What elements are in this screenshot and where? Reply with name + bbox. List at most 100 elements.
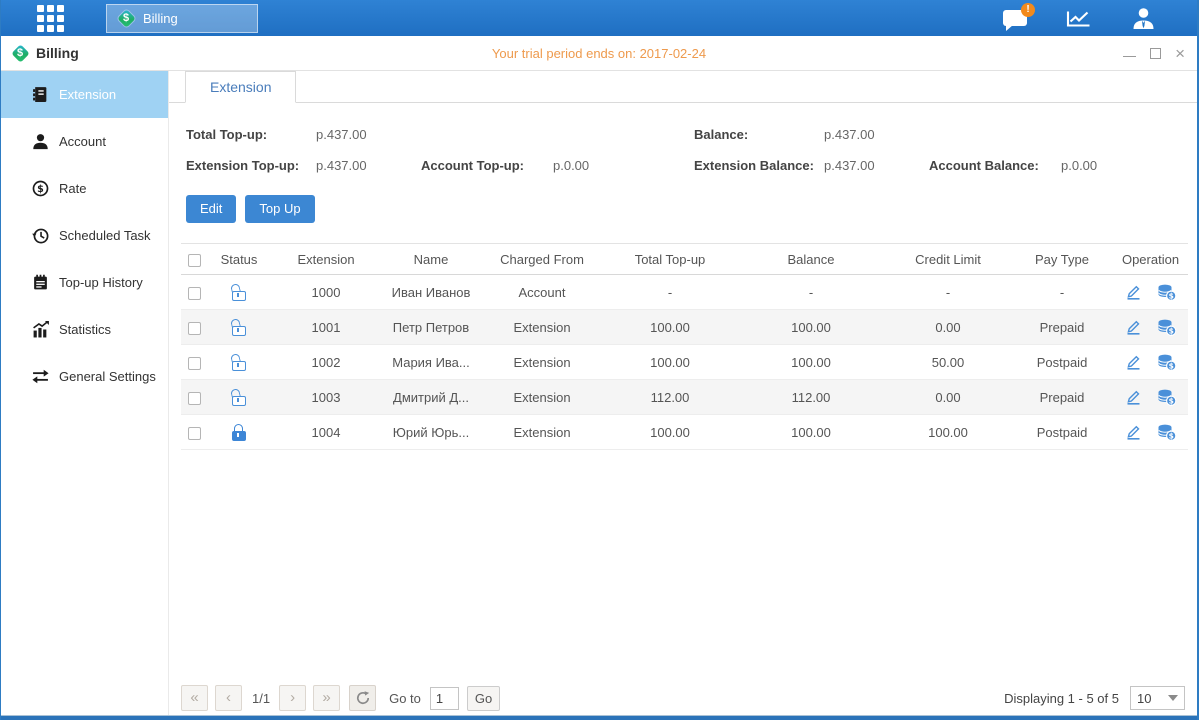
sidebar-item-label: Scheduled Task	[59, 228, 151, 243]
row-checkbox[interactable]	[188, 427, 201, 440]
column-header-extension[interactable]: Extension	[271, 252, 381, 267]
tab-extension[interactable]: Extension	[185, 71, 296, 103]
sidebar-item-label: Statistics	[59, 322, 111, 337]
billing-diamond-icon: $	[11, 44, 29, 62]
sidebar-item-extension[interactable]: Extension	[1, 71, 168, 118]
table-row[interactable]: 1002 Мария Ива... Extension 100.00 100.0…	[181, 345, 1188, 380]
balance-value: p.437.00	[824, 127, 929, 142]
cell-balance: 100.00	[737, 355, 885, 370]
row-checkbox[interactable]	[188, 392, 201, 405]
edit-icon[interactable]	[1125, 284, 1142, 300]
notification-badge: !	[1021, 3, 1035, 17]
lock-status-icon[interactable]	[231, 389, 247, 406]
sidebar-item-topup-history[interactable]: Top-up History	[1, 259, 168, 306]
chevron-down-icon	[1168, 695, 1178, 701]
sidebar-item-general-settings[interactable]: General Settings	[1, 353, 168, 400]
cell-pay-type: -	[1011, 285, 1113, 300]
ledger-icon	[32, 274, 50, 291]
edit-icon[interactable]	[1125, 354, 1142, 370]
lock-status-icon[interactable]	[231, 424, 247, 441]
table-row[interactable]: 1000 Иван Иванов Account - - - - $	[181, 275, 1188, 310]
sidebar-item-rate[interactable]: $ Rate	[1, 165, 168, 212]
window-controls: ×	[1123, 36, 1185, 71]
topup-coins-icon[interactable]: $	[1157, 284, 1177, 301]
lock-status-icon[interactable]	[231, 284, 247, 301]
cell-extension: 1000	[271, 285, 381, 300]
bar-chart-icon	[32, 321, 50, 338]
table-row[interactable]: 1001 Петр Петров Extension 100.00 100.00…	[181, 310, 1188, 345]
cell-total-topup: -	[603, 285, 737, 300]
cell-charged-from: Extension	[481, 320, 603, 335]
summary-left-column: Total Top-up: p.437.00 Extension Top-up:…	[186, 119, 589, 181]
goto-page-input[interactable]	[430, 687, 459, 710]
topup-coins-icon[interactable]: $	[1157, 319, 1177, 336]
row-checkbox[interactable]	[188, 287, 201, 300]
svg-text:$: $	[1168, 291, 1173, 300]
cell-balance: 112.00	[737, 390, 885, 405]
cell-name: Петр Петров	[381, 320, 481, 335]
column-header-status[interactable]: Status	[207, 252, 271, 267]
trial-notice: Your trial period ends on: 2017-02-24	[1, 46, 1197, 61]
refresh-icon	[356, 691, 370, 705]
svg-text:$: $	[1168, 396, 1173, 405]
lock-status-icon[interactable]	[231, 319, 247, 336]
pagination-bar: « ‹ 1/1 › » Go to Go Displaying 1 - 5 of…	[181, 684, 1185, 712]
column-header-total-topup[interactable]: Total Top-up	[603, 252, 737, 267]
column-header-pay-type[interactable]: Pay Type	[1011, 252, 1113, 267]
messages-button[interactable]: !	[1003, 10, 1027, 26]
row-checkbox[interactable]	[188, 322, 201, 335]
table-row[interactable]: 1004 Юрий Юрь... Extension 100.00 100.00…	[181, 415, 1188, 450]
extension-table: Status Extension Name Charged From Total…	[181, 243, 1188, 450]
topup-coins-icon[interactable]: $	[1157, 389, 1177, 406]
row-checkbox[interactable]	[188, 357, 201, 370]
select-all-checkbox[interactable]	[188, 254, 201, 267]
topup-coins-icon[interactable]: $	[1157, 354, 1177, 371]
edit-icon[interactable]	[1125, 389, 1142, 405]
sidebar-item-account[interactable]: Account	[1, 118, 168, 165]
table-row[interactable]: 1003 Дмитрий Д... Extension 112.00 112.0…	[181, 380, 1188, 415]
next-page-button[interactable]: ›	[279, 685, 306, 711]
top-up-button[interactable]: Top Up	[245, 195, 314, 223]
cell-pay-type: Prepaid	[1011, 390, 1113, 405]
monitor-chart-button[interactable]	[1065, 8, 1092, 29]
app-tab-billing[interactable]: $ Billing	[106, 4, 258, 33]
refresh-button[interactable]	[349, 685, 376, 711]
app-tab-label: Billing	[143, 11, 178, 26]
edit-icon[interactable]	[1125, 319, 1142, 335]
page-size-select[interactable]: 10	[1130, 686, 1185, 710]
edit-icon[interactable]	[1125, 424, 1142, 440]
prev-page-button[interactable]: ‹	[215, 685, 242, 711]
maximize-icon[interactable]	[1150, 48, 1161, 59]
edit-button[interactable]: Edit	[186, 195, 236, 223]
close-icon[interactable]: ×	[1175, 45, 1185, 62]
column-header-name[interactable]: Name	[381, 252, 481, 267]
app-launcher-icon[interactable]	[37, 5, 64, 32]
summary-right-column: Balance: p.437.00 Extension Balance: p.4…	[694, 119, 1097, 181]
minimize-icon[interactable]	[1123, 56, 1136, 57]
go-button[interactable]: Go	[467, 686, 500, 711]
table-body: 1000 Иван Иванов Account - - - - $	[181, 275, 1188, 450]
lock-status-icon[interactable]	[231, 354, 247, 371]
cell-total-topup: 100.00	[603, 355, 737, 370]
extension-topup-label: Extension Top-up:	[186, 158, 316, 173]
column-header-credit-limit[interactable]: Credit Limit	[885, 252, 1011, 267]
last-page-button[interactable]: »	[313, 685, 340, 711]
column-header-balance[interactable]: Balance	[737, 252, 885, 267]
sidebar-item-label: Top-up History	[59, 275, 143, 290]
cell-extension: 1002	[271, 355, 381, 370]
topup-coins-icon[interactable]: $	[1157, 424, 1177, 441]
first-page-button[interactable]: «	[181, 685, 208, 711]
content-tab-strip: Extension	[169, 71, 1197, 103]
top-bar: $ Billing !	[1, 0, 1197, 36]
action-buttons: Edit Top Up	[186, 195, 315, 223]
sidebar-item-statistics[interactable]: Statistics	[1, 306, 168, 353]
column-header-charged-from[interactable]: Charged From	[481, 252, 603, 267]
extension-balance-value: p.437.00	[824, 158, 929, 173]
sidebar-item-label: General Settings	[59, 369, 156, 384]
sidebar-item-scheduled-task[interactable]: Scheduled Task	[1, 212, 168, 259]
cell-extension: 1004	[271, 425, 381, 440]
cell-credit-limit: 0.00	[885, 390, 1011, 405]
cell-credit-limit: 50.00	[885, 355, 1011, 370]
svg-text:$: $	[37, 184, 44, 195]
user-account-button[interactable]	[1130, 7, 1157, 30]
